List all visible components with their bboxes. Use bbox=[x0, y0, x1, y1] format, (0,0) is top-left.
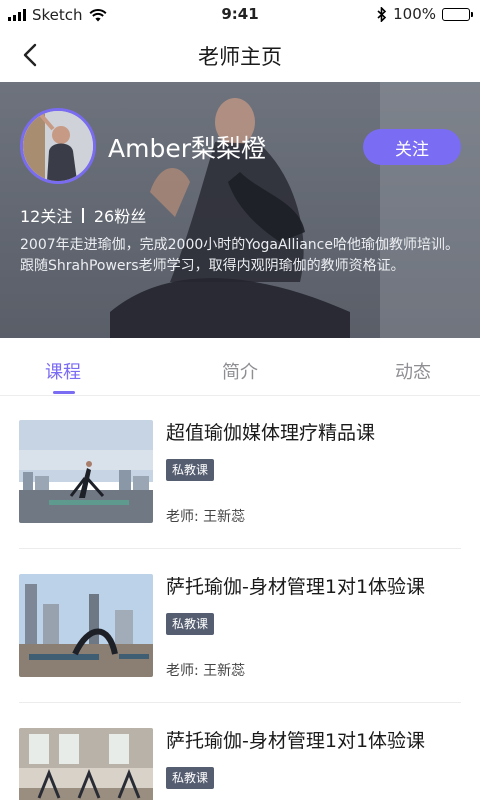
tab-updates[interactable]: 动态 bbox=[395, 358, 431, 384]
battery-percent: 100% bbox=[393, 5, 436, 23]
teacher-bio: 2007年走进瑜伽，完成2000小时的YogaAlliance哈他瑜伽教师培训。… bbox=[20, 237, 459, 274]
status-bar: Sketch 9:41 100% bbox=[0, 0, 480, 30]
active-tab-indicator bbox=[53, 391, 75, 394]
followers-count[interactable]: 26粉丝 bbox=[94, 203, 146, 227]
bluetooth-icon bbox=[377, 6, 387, 22]
tab-intro[interactable]: 简介 bbox=[222, 358, 258, 384]
course-title: 萨托瑜伽-身材管理1对1体验课 bbox=[166, 576, 426, 598]
course-teacher: 老师: 王新蕊 bbox=[166, 663, 246, 679]
page-title: 老师主页 bbox=[198, 45, 282, 69]
course-item[interactable]: 萨托瑜伽-身材管理1对1体验课 私教课 bbox=[0, 704, 480, 800]
following-count[interactable]: 12关注 bbox=[20, 203, 72, 227]
course-thumbnail bbox=[19, 728, 153, 800]
teacher-name: Amber梨梨橙 bbox=[108, 134, 266, 163]
list-divider bbox=[19, 702, 461, 703]
course-tag: 私教课 bbox=[166, 767, 215, 789]
course-title: 萨托瑜伽-身材管理1对1体验课 bbox=[166, 730, 426, 752]
stats-divider bbox=[82, 207, 84, 223]
follow-button[interactable]: 关注 bbox=[363, 129, 461, 165]
tab-bar: 课程 简介 动态 bbox=[0, 338, 480, 396]
list-divider bbox=[19, 548, 461, 549]
course-teacher: 老师: 王新蕊 bbox=[166, 509, 246, 525]
nav-bar: 老师主页 bbox=[0, 30, 480, 82]
profile-header: Amber梨梨橙 关注 12关注 26粉丝 2007年走进瑜伽，完成2000小时… bbox=[0, 82, 480, 338]
follow-stats: 12关注 26粉丝 bbox=[20, 203, 146, 227]
avatar[interactable] bbox=[20, 108, 96, 184]
course-title: 超值瑜伽媒体理疗精品课 bbox=[166, 422, 376, 444]
course-item[interactable]: 超值瑜伽媒体理疗精品课 私教课 老师: 王新蕊 bbox=[0, 396, 480, 550]
course-item[interactable]: 萨托瑜伽-身材管理1对1体验课 私教课 老师: 王新蕊 bbox=[0, 550, 480, 704]
course-tag: 私教课 bbox=[166, 613, 215, 635]
tab-courses[interactable]: 课程 bbox=[45, 358, 81, 384]
avatar-image bbox=[23, 111, 93, 181]
course-thumbnail bbox=[19, 420, 153, 523]
course-tag: 私教课 bbox=[166, 459, 215, 481]
course-thumbnail bbox=[19, 574, 153, 677]
battery-icon bbox=[442, 7, 473, 21]
status-right: 100% bbox=[377, 5, 473, 23]
